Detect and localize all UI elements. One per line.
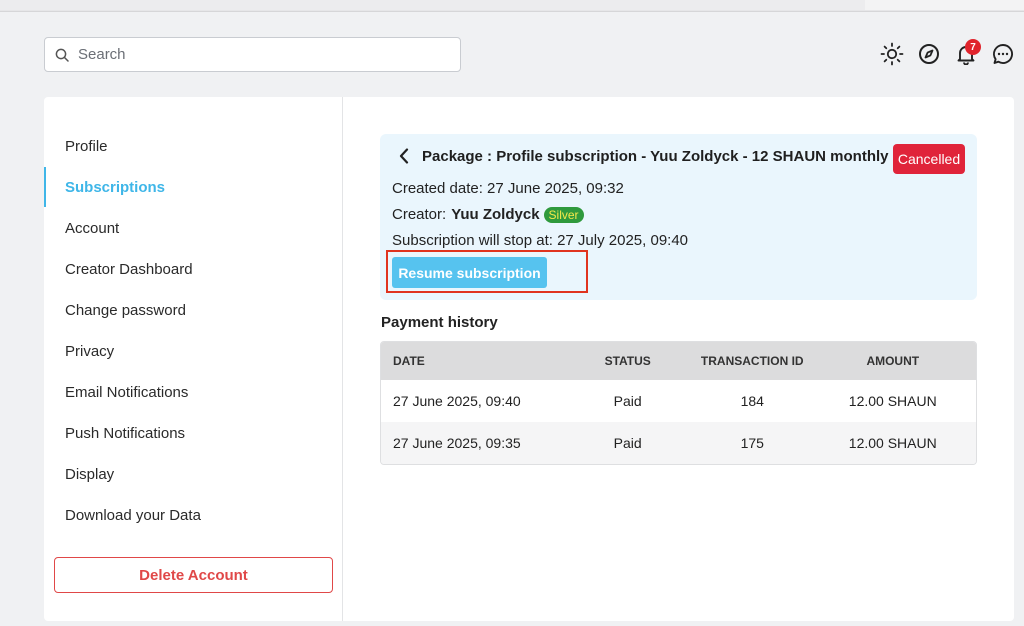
address-bar[interactable] bbox=[0, 0, 865, 10]
sidebar-item-change-password[interactable]: Change password bbox=[44, 290, 343, 330]
column-header: TRANSACTION ID bbox=[700, 354, 804, 368]
creator-line: Creator: Yuu Zoldyck Silver bbox=[392, 206, 584, 223]
sidebar-item-email-notifications[interactable]: Email Notifications bbox=[44, 372, 343, 412]
browser-toolbar bbox=[865, 0, 1024, 10]
creator-label: Creator: bbox=[392, 206, 447, 223]
back-button[interactable] bbox=[396, 147, 412, 165]
cell-transaction-id: 175 bbox=[740, 435, 764, 451]
status-badge: Cancelled bbox=[893, 144, 965, 174]
sidebar-item-creator-dashboard[interactable]: Creator Dashboard bbox=[44, 249, 343, 289]
subscription-panel: Package : Profile subscription - Yuu Zol… bbox=[380, 134, 977, 300]
stop-date: Subscription will stop at: 27 July 2025,… bbox=[392, 232, 689, 249]
cell-status: Paid bbox=[613, 435, 642, 451]
sidebar-item-display[interactable]: Display bbox=[44, 454, 343, 494]
cell-transaction-id: 184 bbox=[740, 393, 764, 409]
search-input[interactable] bbox=[78, 46, 438, 63]
tier-badge: Silver bbox=[543, 206, 584, 223]
settings-sidebar: Profile Subscriptions Account Creator Da… bbox=[44, 97, 343, 621]
sidebar-item-subscriptions[interactable]: Subscriptions bbox=[44, 167, 343, 207]
settings-card: Profile Subscriptions Account Creator Da… bbox=[44, 97, 1014, 621]
column-header: AMOUNT bbox=[866, 354, 920, 368]
sun-icon[interactable] bbox=[878, 40, 906, 68]
payment-history-title: Payment history bbox=[381, 314, 498, 331]
header-actions bbox=[878, 40, 1018, 70]
sidebar-item-profile[interactable]: Profile bbox=[44, 126, 343, 166]
cell-date: 27 June 2025, 09:35 bbox=[393, 435, 521, 451]
compass-icon[interactable] bbox=[915, 40, 943, 68]
table-header: DATE STATUS TRANSACTION ID AMOUNT bbox=[381, 342, 976, 380]
cell-status: Paid bbox=[613, 393, 642, 409]
sidebar-item-account[interactable]: Account bbox=[44, 208, 343, 248]
sidebar-item-push-notifications[interactable]: Push Notifications bbox=[44, 413, 343, 453]
chat-icon[interactable] bbox=[989, 40, 1017, 68]
notification-badge: 7 bbox=[965, 39, 981, 55]
search-icon bbox=[55, 48, 69, 62]
column-header: STATUS bbox=[604, 354, 651, 368]
browser-bar bbox=[0, 0, 1024, 12]
cell-amount: 12.00 SHAUN bbox=[848, 435, 937, 451]
table-row: 27 June 2025, 09:35 Paid 175 12.00 SHAUN bbox=[381, 422, 976, 464]
resume-subscription-button[interactable]: Resume subscription bbox=[392, 257, 547, 288]
payment-history-table: DATE STATUS TRANSACTION ID AMOUNT 27 Jun… bbox=[380, 341, 977, 465]
sidebar-item-privacy[interactable]: Privacy bbox=[44, 331, 343, 371]
cell-amount: 12.00 SHAUN bbox=[848, 393, 937, 409]
cell-date: 27 June 2025, 09:40 bbox=[393, 393, 521, 409]
package-title: Package : Profile subscription - Yuu Zol… bbox=[422, 148, 889, 165]
delete-account-button[interactable]: Delete Account bbox=[54, 557, 333, 593]
creator-name[interactable]: Yuu Zoldyck bbox=[451, 206, 539, 223]
created-date: Created date: 27 June 2025, 09:32 bbox=[392, 180, 624, 197]
sidebar-item-download-data[interactable]: Download your Data bbox=[44, 495, 343, 535]
column-header: DATE bbox=[393, 354, 425, 368]
chevron-left-icon bbox=[399, 148, 409, 164]
table-row: 27 June 2025, 09:40 Paid 184 12.00 SHAUN bbox=[381, 380, 976, 422]
search-box[interactable] bbox=[44, 37, 461, 72]
